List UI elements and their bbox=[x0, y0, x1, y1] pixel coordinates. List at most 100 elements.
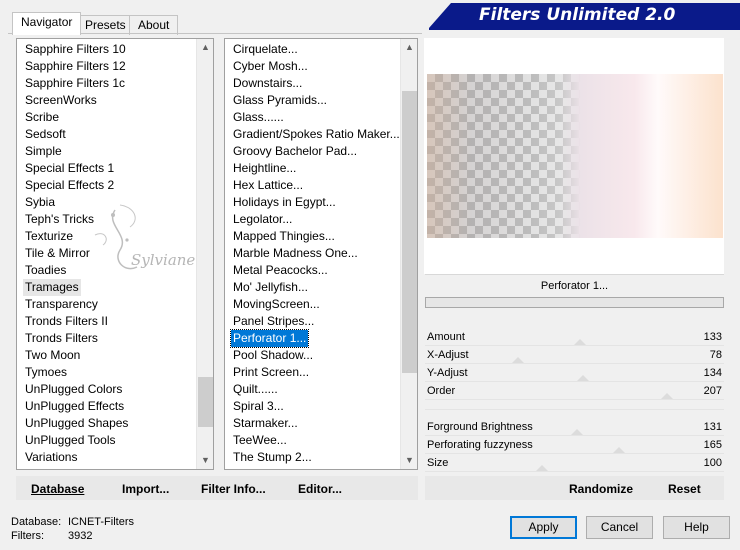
filters-count-label: Filters: bbox=[11, 530, 44, 542]
param-slider-thumb[interactable] bbox=[511, 357, 524, 363]
filter-item[interactable]: Glass Pyramids... bbox=[231, 92, 329, 109]
current-filter-name: Perforator 1... bbox=[425, 274, 724, 296]
param-slider-track[interactable] bbox=[425, 345, 724, 346]
filters-count-value: 3932 bbox=[68, 530, 93, 542]
watermark-signature: Sylviane bbox=[131, 251, 195, 269]
apply-button[interactable]: Apply bbox=[510, 516, 577, 539]
database-value: ICNET-Filters bbox=[68, 516, 134, 528]
category-item[interactable]: Sapphire Filters 1c bbox=[23, 75, 127, 92]
randomize-button[interactable]: Randomize bbox=[569, 481, 633, 497]
filter-scrollbar[interactable]: ▲ ▼ bbox=[400, 39, 417, 469]
category-item[interactable]: UnPlugged Tools bbox=[23, 432, 118, 449]
param-value: 100 bbox=[703, 457, 722, 469]
param-label: Amount bbox=[427, 331, 465, 343]
filter-item[interactable]: Gradient/Spokes Ratio Maker... bbox=[231, 126, 402, 143]
filter-item[interactable]: Heightline... bbox=[231, 160, 298, 177]
filter-item[interactable]: Marble Madness One... bbox=[231, 245, 360, 262]
tab-navigator[interactable]: Navigator bbox=[12, 12, 82, 35]
filter-item[interactable]: Starmaker... bbox=[231, 415, 300, 432]
param-slider-thumb[interactable] bbox=[613, 447, 626, 453]
filter-item[interactable]: MovingScreen... bbox=[231, 296, 322, 313]
scroll-up-icon[interactable]: ▲ bbox=[197, 39, 213, 56]
param-label: Perforating fuzzyness bbox=[427, 439, 533, 451]
filter-item[interactable]: TeeWee... bbox=[231, 432, 289, 449]
database-button[interactable]: Database bbox=[31, 481, 84, 497]
param-slider-thumb[interactable] bbox=[574, 339, 587, 345]
tab-presets[interactable]: Presets bbox=[76, 15, 135, 35]
filter-item[interactable]: Perforator 1... bbox=[229, 329, 310, 348]
category-item[interactable]: UnPlugged Shapes bbox=[23, 415, 130, 432]
filter-item[interactable]: Holidays in Egypt... bbox=[231, 194, 338, 211]
category-item[interactable]: Two Moon bbox=[23, 347, 82, 364]
category-item[interactable]: Transparency bbox=[23, 296, 100, 313]
scroll-up-icon[interactable]: ▲ bbox=[401, 39, 417, 56]
param-label: Order bbox=[427, 385, 456, 397]
param-slider-track[interactable] bbox=[425, 363, 724, 364]
param-slider-thumb[interactable] bbox=[571, 429, 584, 435]
param-slider-track[interactable] bbox=[425, 399, 724, 400]
category-item[interactable]: Sapphire Filters 12 bbox=[23, 58, 128, 75]
filter-item[interactable]: Mo' Jellyfish... bbox=[231, 279, 310, 296]
filter-item[interactable]: Hex Lattice... bbox=[231, 177, 305, 194]
category-item[interactable]: Tramages bbox=[23, 279, 81, 296]
database-label: Database: bbox=[11, 516, 62, 528]
editor-button[interactable]: Editor... bbox=[298, 481, 342, 497]
scroll-thumb[interactable] bbox=[198, 377, 213, 427]
filter-item[interactable]: Quilt...... bbox=[231, 381, 280, 398]
help-button[interactable]: Help bbox=[663, 516, 730, 539]
filter-item[interactable]: Metal Peacocks... bbox=[231, 262, 330, 279]
category-item[interactable]: Sedsoft bbox=[23, 126, 68, 143]
filter-item[interactable]: Cyber Mosh... bbox=[231, 58, 310, 75]
filter-item[interactable]: Mapped Thingies... bbox=[231, 228, 337, 245]
param-label: Size bbox=[427, 457, 449, 469]
scroll-down-icon[interactable]: ▼ bbox=[401, 452, 417, 469]
category-item[interactable]: Tymoes bbox=[23, 364, 69, 381]
filter-list[interactable]: Cirquelate... Cyber Mosh... Downstairs... G… bbox=[224, 38, 418, 470]
category-item[interactable]: ScreenWorks bbox=[23, 92, 99, 109]
watermark-logo: Sylviane bbox=[94, 204, 195, 270]
category-item[interactable]: Sybia bbox=[23, 194, 57, 211]
category-item[interactable]: UnPlugged Colors bbox=[23, 381, 124, 398]
param-slider-track[interactable] bbox=[425, 453, 724, 454]
cancel-button[interactable]: Cancel bbox=[586, 516, 653, 539]
scroll-down-icon[interactable]: ▼ bbox=[197, 452, 213, 469]
category-item[interactable]: Tronds Filters II bbox=[23, 313, 110, 330]
param-slider-thumb[interactable] bbox=[577, 375, 590, 381]
category-item[interactable]: Simple bbox=[23, 143, 64, 160]
param-slider-thumb[interactable] bbox=[661, 393, 674, 399]
param-value: 133 bbox=[703, 331, 722, 343]
filter-item[interactable]: Glass...... bbox=[231, 109, 286, 126]
filter-item[interactable]: Print Screen... bbox=[231, 364, 311, 381]
category-item[interactable]: Special Effects 2 bbox=[23, 177, 116, 194]
category-item[interactable]: UnPlugged Effects bbox=[23, 398, 126, 415]
category-item[interactable]: Variations bbox=[23, 449, 79, 466]
param-slider-thumb[interactable] bbox=[535, 465, 548, 471]
filter-item[interactable]: Panel Stripes... bbox=[231, 313, 316, 330]
filter-item[interactable]: Legolator... bbox=[231, 211, 294, 228]
param-value: 207 bbox=[703, 385, 722, 397]
category-item[interactable]: Toadies bbox=[23, 262, 68, 279]
filter-info-button[interactable]: Filter Info... bbox=[201, 481, 266, 497]
param-label: X-Adjust bbox=[427, 349, 469, 361]
filter-item[interactable]: Pool Shadow... bbox=[231, 347, 315, 364]
category-item[interactable]: Tronds Filters bbox=[23, 330, 100, 347]
reset-button[interactable]: Reset bbox=[668, 481, 701, 497]
category-item[interactable]: Special Effects 1 bbox=[23, 160, 116, 177]
filter-item[interactable]: Spiral 3... bbox=[231, 398, 286, 415]
import-button[interactable]: Import... bbox=[122, 481, 169, 497]
param-value: 78 bbox=[709, 349, 722, 361]
category-item[interactable]: Scribe bbox=[23, 109, 61, 126]
param-slider-track[interactable] bbox=[425, 471, 724, 472]
param-label: Y-Adjust bbox=[427, 367, 468, 379]
param-label: Forground Brightness bbox=[427, 421, 533, 433]
filter-item[interactable]: Groovy Bachelor Pad... bbox=[231, 143, 359, 160]
param-slider-track[interactable] bbox=[425, 381, 724, 382]
filter-item[interactable]: Downstairs... bbox=[231, 75, 304, 92]
param-value: 131 bbox=[703, 421, 722, 433]
category-item[interactable]: Sapphire Filters 10 bbox=[23, 41, 128, 58]
filter-item[interactable]: The Stump 2... bbox=[231, 449, 314, 466]
scroll-thumb[interactable] bbox=[402, 91, 417, 373]
filter-item[interactable]: Cirquelate... bbox=[231, 41, 300, 58]
tab-about[interactable]: About bbox=[129, 15, 179, 35]
category-item[interactable]: Texturize bbox=[23, 228, 75, 245]
